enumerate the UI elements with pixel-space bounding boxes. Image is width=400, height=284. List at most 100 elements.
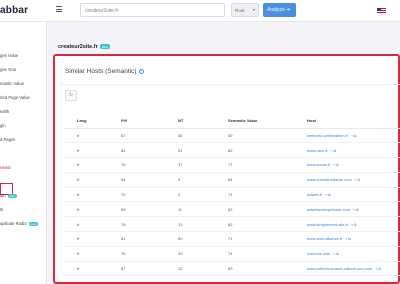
host-link[interactable]: www.web-alliance.fr <box>307 236 342 241</box>
table-header-row: Lang PIV NT Semantic Value Host <box>63 114 400 129</box>
sidebar-item-label: uplicate Radio <box>0 221 27 226</box>
piv-cell: 69 <box>121 201 178 218</box>
brand-logo[interactable]: abbar <box>0 5 28 16</box>
column-header-piv[interactable]: PIV <box>121 114 178 129</box>
scope-select-value: Root <box>235 8 245 13</box>
sidebar-item-similar-hosts[interactable]: Hosts <box>0 165 11 170</box>
semantic-value-cell: 84 <box>228 172 307 188</box>
host-cell: www.siexia.fr ⇢ ⧉ <box>307 157 400 173</box>
host-link[interactable]: cresocis.com <box>307 251 330 256</box>
sidebar-item-pages-your[interactable]: ges Your <box>0 67 16 72</box>
external-link-icon[interactable]: ⇢ ⧉ <box>354 178 360 182</box>
host-cell: www.ranc.fr ⇢ ⧉ <box>307 142 400 159</box>
piv-cell: 76 <box>121 157 178 173</box>
nt-cell: 13 <box>178 216 228 233</box>
semantic-value-cell: 71 <box>228 187 307 203</box>
sidebar-item-duplicate-radio[interactable]: uplicate Radio new <box>0 221 39 226</box>
nt-cell: 36 <box>178 128 228 144</box>
piv-cell: 87 <box>121 261 178 277</box>
sidebar-item-lost-pages[interactable]: d Pages <box>0 137 15 142</box>
table-row: fr 87 12 83 www.referencement-naturel-seo.co… <box>63 261 400 277</box>
table-row: fr 76 33 74 cresocis.com ⇢ ⧉ <box>63 246 400 262</box>
host-link[interactable]: webbest-optimisation.fr <box>307 133 348 138</box>
host-link[interactable]: www.referencement-naturel-seo.com <box>307 266 372 271</box>
host-link[interactable]: www.ranc.fr <box>307 148 328 153</box>
external-link-icon[interactable]: ⇢ ⧉ <box>332 163 338 167</box>
host-link[interactable]: adweb.fr <box>307 192 322 197</box>
info-icon[interactable]: i <box>138 69 144 74</box>
lang-cell: fr <box>63 172 121 188</box>
reset-columns-button[interactable]: ↻ <box>65 90 77 101</box>
nt-cell: 60 <box>178 231 228 247</box>
external-link-icon[interactable]: ⇢ ⧉ <box>332 252 338 256</box>
semantic-value-cell: 62 <box>228 201 307 218</box>
lang-cell: fr <box>63 216 121 233</box>
arrow-right-icon: ➔ <box>286 7 291 13</box>
similar-hosts-panel: Similar Hosts (Semantic) i ↻ Lang PIV NT … <box>53 54 400 284</box>
sidebar-item-label: rted Page Value <box>0 95 30 100</box>
host-link[interactable]: www.chrestinebarbe.com <box>307 177 352 182</box>
panel-title: Similar Hosts (Semantic) i <box>65 68 144 75</box>
sidebar-item-pages-value[interactable]: ges Value <box>0 53 18 58</box>
us-flag-icon[interactable] <box>377 8 386 14</box>
sidebar-item-label: ain <box>0 193 6 198</box>
host-cell: adwebentreprenuer.com ⇢ ⧉ <box>307 201 400 218</box>
external-link-icon[interactable]: ⇢ ⧉ <box>344 237 350 241</box>
nt-cell: 12 <box>178 261 228 277</box>
column-header-lang[interactable]: Lang <box>63 114 121 129</box>
host-link[interactable]: www.siexia.fr <box>307 162 330 167</box>
semantic-value-cell: 82 <box>228 142 307 159</box>
external-link-icon[interactable]: ⇢ ⧉ <box>374 267 380 271</box>
external-link-icon[interactable]: ⇢ ⧉ <box>324 193 330 197</box>
sidebar-item-health[interactable]: ealth <box>0 109 9 114</box>
semantic-value-cell: 71 <box>228 231 307 247</box>
sidebar-item-semantic-value[interactable]: mantic Value <box>0 81 24 86</box>
panel-title-text: Similar Hosts (Semantic) <box>65 68 137 75</box>
table-row: fr 84 51 82 www.ranc.fr ⇢ ⧉ <box>63 142 400 159</box>
sidebar-item-domain[interactable]: ain new <box>0 193 18 198</box>
page-title: createur2site.fr Root <box>58 44 111 50</box>
analyze-button[interactable]: Analyze ➔ <box>263 3 296 17</box>
nt-cell: 37 <box>178 157 228 173</box>
piv-cell: 76 <box>121 216 178 233</box>
column-header-host[interactable]: Host <box>307 114 400 129</box>
scope-select[interactable]: Root ▾ <box>231 3 259 17</box>
lang-cell: fr <box>63 142 121 159</box>
chevron-down-icon: ▾ <box>252 7 255 12</box>
sidebar-item-texts[interactable]: ts <box>0 207 3 212</box>
host-link[interactable]: adwebentreprenuer.com <box>307 207 350 212</box>
domain-search-input[interactable]: createur2site.fr <box>80 3 225 17</box>
top-bar: abbar createur2site.fr Root ▾ Analyze ➔ <box>0 0 400 22</box>
nt-cell: 9 <box>178 172 228 188</box>
column-header-semantic-value[interactable]: Semantic Value <box>228 114 307 129</box>
external-link-icon[interactable]: ⇢ ⧉ <box>352 208 358 212</box>
table-row: fr 69 11 62 adwebentreprenuer.com ⇢ ⧉ <box>63 201 400 218</box>
external-link-icon[interactable]: ⇢ ⧉ <box>330 149 336 153</box>
piv-cell: 81 <box>121 231 178 247</box>
sidebar-item-label: gin <box>0 123 6 128</box>
sidebar-item-sorted-page-value[interactable]: rted Page Value <box>0 95 30 100</box>
sidebar-item-origin[interactable]: gin <box>0 123 6 128</box>
host-cell: cresocis.com ⇢ ⧉ <box>307 246 400 262</box>
analyze-button-label: Analyze <box>267 7 285 13</box>
host-cell: www.referencement-naturel-seo.com ⇢ ⧉ <box>307 261 400 277</box>
piv-cell: 84 <box>121 172 178 188</box>
table-row: fr 70 0 71 adweb.fr ⇢ ⧉ <box>63 187 400 203</box>
piv-cell: 67 <box>121 128 178 144</box>
host-cell: www.chrestinebarbe.com ⇢ ⧉ <box>307 172 400 188</box>
host-link[interactable]: www.simplement-site.fr <box>307 222 348 227</box>
menu-icon[interactable] <box>56 6 62 12</box>
root-badge: Root <box>99 44 111 50</box>
external-link-icon[interactable]: ⇢ ⧉ <box>350 223 356 227</box>
sidebar-item-label: ges Your <box>0 67 17 72</box>
nt-cell: 0 <box>178 187 228 203</box>
external-link-icon[interactable]: ⇢ ⧉ <box>350 134 356 138</box>
lang-cell: fr <box>63 261 121 277</box>
table-row: fr 81 60 71 www.web-alliance.fr ⇢ ⧉ <box>63 231 400 247</box>
nt-cell: 51 <box>178 142 228 159</box>
table-row: fr 67 36 69 webbest-optimisation.fr ⇢ ⧉ <box>63 128 400 144</box>
host-cell: www.web-alliance.fr ⇢ ⧉ <box>307 231 400 247</box>
domain-name: createur2site.fr <box>58 44 98 50</box>
column-header-nt[interactable]: NT <box>178 114 228 129</box>
sidebar-item-label: ges Value <box>0 53 19 58</box>
